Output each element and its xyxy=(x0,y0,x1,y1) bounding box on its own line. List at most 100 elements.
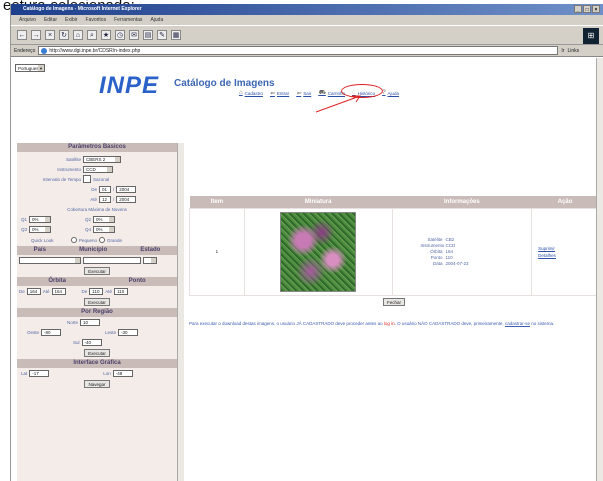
point-to-label: Até xyxy=(105,288,113,294)
go-button[interactable]: Ir xyxy=(561,48,564,54)
header-action: Ação xyxy=(531,196,599,208)
menu-item[interactable]: Ajuda xyxy=(150,15,163,25)
refresh-icon[interactable]: ↻ xyxy=(59,30,69,40)
menu-item[interactable]: Ferramentas xyxy=(114,15,142,25)
from-year-input[interactable]: 2004 xyxy=(116,185,137,193)
from-month-input[interactable]: 01 xyxy=(99,185,111,193)
quicklook-small-radio[interactable] xyxy=(71,237,77,243)
minimize-button[interactable]: _ xyxy=(574,5,582,13)
ie-page-icon xyxy=(41,48,48,54)
satellite-value: CBERS 2 xyxy=(86,156,106,162)
navigate-button[interactable]: Navegar xyxy=(84,380,110,388)
chevron-down-icon xyxy=(109,226,115,232)
q4-select[interactable]: 0% xyxy=(93,225,116,233)
back-icon[interactable]: ← xyxy=(17,30,27,40)
sidebar-scrollbar[interactable] xyxy=(177,143,184,481)
action-cell: Suprimir Detalhes xyxy=(531,207,599,296)
address-input[interactable]: http://www.dgi.inpe.br/CDSR/n-index.php xyxy=(38,46,559,55)
chevron-down-icon xyxy=(109,216,115,222)
exit-icon: ⇐ xyxy=(296,90,302,97)
interval-label: Intervalo de Tempo xyxy=(42,176,81,182)
nav-sair[interactable]: ⇐ Sair xyxy=(296,89,311,97)
register-link[interactable]: cadastrar-se xyxy=(505,321,530,326)
chevron-down-icon xyxy=(115,156,120,162)
maximize-button[interactable]: □ xyxy=(583,5,591,13)
mail-icon[interactable]: ✉ xyxy=(129,30,139,40)
satellite-thumbnail[interactable] xyxy=(280,211,357,292)
point-title: Ponto xyxy=(128,278,146,284)
to-month-input[interactable]: 12 xyxy=(99,195,111,203)
nav-cadastro[interactable]: ⌂ Cadastro xyxy=(239,89,263,97)
links-label[interactable]: Links xyxy=(567,48,579,54)
language-value: Portugues xyxy=(18,66,39,71)
orbit-from-input[interactable]: 164 xyxy=(26,287,41,295)
menu-item[interactable]: Editar xyxy=(44,15,57,25)
city-label: Município xyxy=(79,247,108,253)
nav-entrar[interactable]: ⇐ Entrar xyxy=(270,89,289,97)
region-title: Por Região xyxy=(17,308,177,317)
orbit-point-header: Órbita Ponto xyxy=(17,277,177,286)
q4-label: Q4 xyxy=(85,226,92,232)
north-input[interactable]: 10 xyxy=(80,318,101,326)
orbit-from-label: De xyxy=(19,288,25,294)
menu-item[interactable]: Favoritos xyxy=(86,15,107,25)
q2-select[interactable]: 0% xyxy=(93,215,116,223)
nav-label: Entrar xyxy=(276,90,290,96)
notice-text: no sistema. xyxy=(531,321,555,326)
suprimir-link[interactable]: Suprimir xyxy=(532,245,598,252)
notice-text: Para executar o download destas imagens,… xyxy=(189,321,383,326)
country-select[interactable] xyxy=(19,256,81,264)
instrument-select[interactable]: CCD xyxy=(83,165,113,173)
language-select[interactable]: Portugues ▼ xyxy=(15,64,45,72)
to-year-input[interactable]: 2004 xyxy=(116,195,137,203)
forward-icon[interactable]: → xyxy=(31,30,41,40)
thumbnail-cell xyxy=(243,207,393,296)
lat-input[interactable]: -17 xyxy=(29,369,50,377)
inpe-logo: INPE xyxy=(99,72,160,99)
location-search-button[interactable]: Executar xyxy=(84,267,110,275)
seasonal-checkbox[interactable] xyxy=(83,175,91,183)
q1-select[interactable]: 0% xyxy=(29,215,52,223)
east-label: Leste xyxy=(105,329,117,335)
results-table: Item Miniatura Informações Ação 1 Satéli… xyxy=(189,196,599,309)
close-button[interactable]: × xyxy=(592,5,600,13)
favorites-icon[interactable]: ★ xyxy=(101,30,111,40)
orbit-to-input[interactable]: 164 xyxy=(51,287,66,295)
city-input[interactable] xyxy=(83,256,141,264)
south-input[interactable]: -40 xyxy=(81,338,102,346)
address-label: Endereço xyxy=(14,47,36,54)
lon-input[interactable]: -48 xyxy=(112,369,133,377)
page-scrollbar[interactable] xyxy=(596,58,603,481)
quicklook-large-radio[interactable] xyxy=(99,237,106,243)
region-search-button[interactable]: Executar xyxy=(84,349,110,357)
east-input[interactable]: -30 xyxy=(118,328,139,336)
point-to-input[interactable]: 110 xyxy=(114,287,129,295)
menu-item[interactable]: Exibir xyxy=(65,15,78,25)
west-input[interactable]: -80 xyxy=(41,328,62,336)
home-icon[interactable]: ⌂ xyxy=(73,30,83,40)
search-icon[interactable]: ⌕ xyxy=(87,30,97,40)
login-link[interactable]: log in xyxy=(384,321,395,326)
header-item: Item xyxy=(189,196,245,208)
stop-icon[interactable]: × xyxy=(45,30,55,40)
q2-label: Q2 xyxy=(85,216,92,222)
discuss-icon[interactable]: ▦ xyxy=(171,30,181,40)
nav-label: Cadastro xyxy=(244,90,263,96)
satellite-select[interactable]: CBERS 2 xyxy=(83,155,121,163)
state-select[interactable] xyxy=(143,256,157,264)
download-notice: Para executar o download destas imagens,… xyxy=(189,321,601,327)
close-results-button[interactable]: Fechar xyxy=(382,298,405,307)
detalhes-link[interactable]: Detalhes xyxy=(532,252,598,259)
point-from-input[interactable]: 110 xyxy=(89,287,104,295)
history-icon[interactable]: ◷ xyxy=(115,30,125,40)
orbit-search-button[interactable]: Executar xyxy=(84,298,110,306)
search-sidebar: Parâmetros Básicos Satélite CBERS 2 Inst… xyxy=(17,143,177,481)
q4-value: 0% xyxy=(96,226,103,232)
nav-ajuda[interactable]: ? Ajuda xyxy=(382,89,399,97)
edit-icon[interactable]: ✎ xyxy=(157,30,167,40)
window-title: Catálogo de Imagens - Microsoft Internet… xyxy=(23,6,142,12)
q3-select[interactable]: 0% xyxy=(29,225,52,233)
point-from-label: De xyxy=(81,288,88,294)
menu-item[interactable]: Arquivo xyxy=(19,15,36,25)
print-icon[interactable]: ▤ xyxy=(143,30,153,40)
